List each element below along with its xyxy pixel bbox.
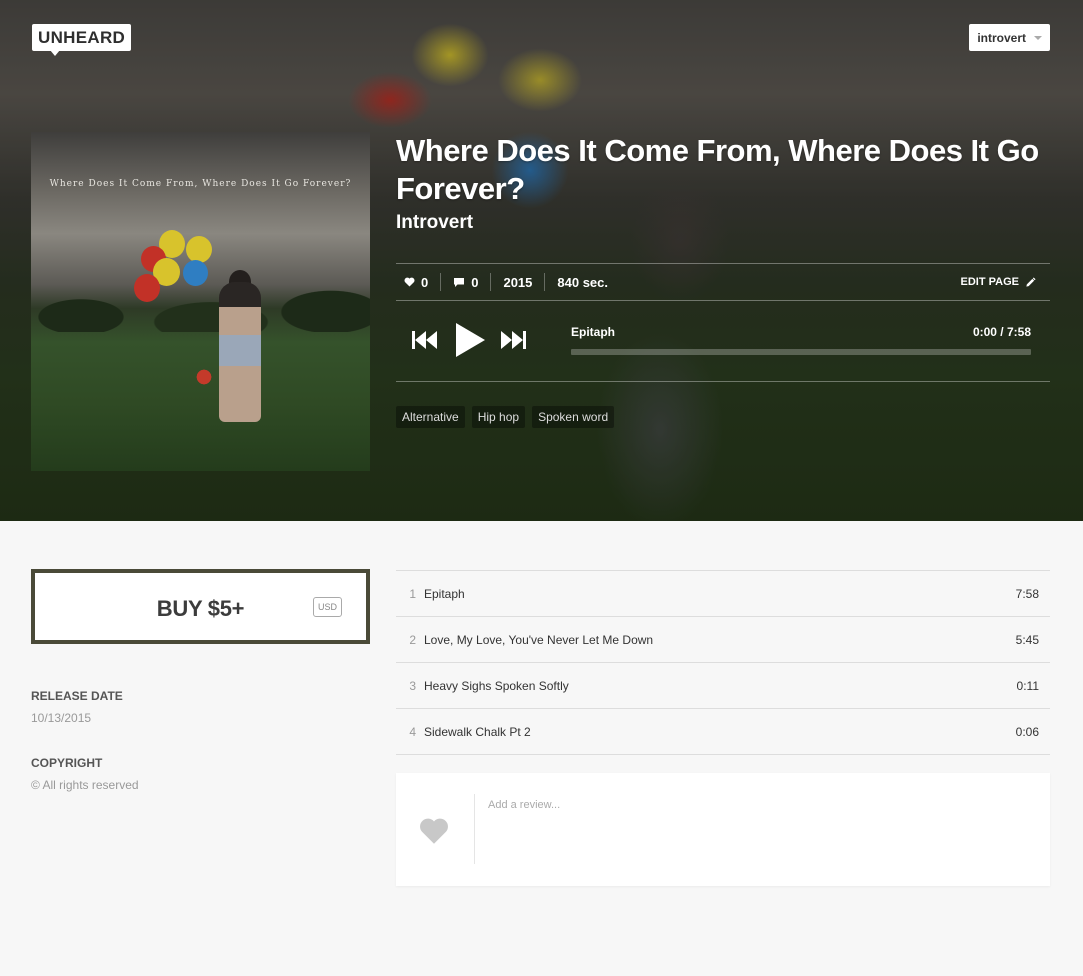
track-number: 3 — [409, 678, 416, 693]
track-title: Love, My Love, You've Never Let Me Down — [424, 632, 654, 647]
playback-time: 0:00 / 7:58 — [972, 325, 1031, 339]
genre-tags: Alternative Hip hop Spoken word — [396, 406, 615, 428]
review-divider — [474, 794, 475, 864]
copyright-label: COPYRIGHT — [31, 756, 103, 770]
album-stats-bar: 0 0 2015 840 sec. EDIT PAGE — [396, 263, 1050, 301]
now-playing-title: Epitaph — [571, 325, 615, 339]
pencil-icon — [1026, 276, 1036, 287]
table-row[interactable]: 4 Sidewalk Chalk Pt 2 0:06 — [396, 709, 1050, 755]
track-number: 2 — [409, 632, 416, 647]
track-duration: 0:11 — [1016, 678, 1039, 693]
table-row[interactable]: 3 Heavy Sighs Spoken Softly 0:11 — [396, 663, 1050, 709]
album-artist[interactable]: Introvert — [396, 211, 1050, 235]
logo-tail — [50, 50, 60, 56]
cover-balloon — [134, 274, 160, 302]
likes-count: 0 — [421, 274, 429, 290]
logo-text: UNHEARD — [32, 24, 132, 51]
album-info: Where Does It Come From, Where Does It G… — [396, 132, 1050, 235]
heart-icon — [420, 818, 448, 844]
album-title: Where Does It Come From, Where Does It G… — [396, 133, 1039, 206]
review-box — [396, 773, 1050, 886]
user-menu-dropdown[interactable]: introvert — [969, 24, 1050, 51]
next-track-button[interactable] — [500, 330, 526, 355]
edit-page-button[interactable]: EDIT PAGE — [961, 276, 1036, 288]
release-date-value: 10/13/2015 — [31, 711, 92, 725]
table-row[interactable]: 2 Love, My Love, You've Never Let Me Dow… — [396, 617, 1050, 663]
cover-figure — [219, 282, 261, 422]
track-number: 4 — [409, 724, 416, 739]
release-year-text: 2015 — [503, 274, 533, 290]
genre-tag[interactable]: Alternative — [396, 406, 465, 428]
skip-forward-icon — [501, 331, 526, 349]
likes-stat[interactable]: 0 — [396, 273, 440, 291]
cover-title-text: Where Does It Come From, Where Does It G… — [49, 179, 352, 189]
edit-page-label: EDIT PAGE — [960, 276, 1019, 288]
genre-tag[interactable]: Hip hop — [471, 406, 526, 428]
track-title: Epitaph — [424, 586, 465, 601]
playback-progress-bar[interactable] — [571, 349, 1031, 355]
track-number: 1 — [409, 586, 416, 601]
buy-button[interactable]: BUY $5+ USD — [31, 569, 370, 644]
table-row[interactable]: 1 Epitaph 7:58 — [396, 571, 1050, 617]
previous-track-button[interactable] — [412, 330, 438, 355]
album-cover: Where Does It Come From, Where Does It G… — [31, 132, 370, 471]
comments-count: 0 — [471, 274, 479, 290]
chevron-down-icon — [1034, 35, 1042, 40]
skip-back-icon — [412, 331, 437, 349]
currency-badge: USD — [312, 597, 342, 617]
track-duration: 0:06 — [1015, 724, 1039, 739]
review-like-button[interactable] — [418, 817, 450, 850]
track-duration: 5:45 — [1015, 632, 1039, 647]
album-duration-text: 840 sec. — [557, 274, 608, 290]
track-duration: 7:58 — [1015, 586, 1039, 601]
track-title: Heavy Sighs Spoken Softly — [424, 678, 569, 693]
heart-icon — [404, 277, 415, 287]
review-input[interactable] — [488, 799, 1028, 811]
release-year: 2015 — [490, 273, 544, 291]
album-duration: 840 sec. — [544, 273, 620, 291]
play-icon — [456, 323, 485, 357]
comments-stat[interactable]: 0 — [440, 273, 490, 291]
track-title: Sidewalk Chalk Pt 2 — [424, 724, 531, 739]
copyright-value: © All rights reserved — [31, 778, 139, 792]
track-list: 1 Epitaph 7:58 2 Love, My Love, You've N… — [396, 570, 1050, 755]
audio-player: Epitaph 0:00 / 7:58 — [396, 301, 1050, 382]
comment-icon — [454, 277, 465, 287]
cover-balloon — [183, 260, 208, 286]
logo[interactable]: UNHEARD — [32, 24, 132, 56]
cover-balloon — [186, 236, 212, 263]
user-menu-label: introvert — [977, 30, 1026, 45]
play-button[interactable] — [454, 322, 486, 363]
release-date-label: RELEASE DATE — [31, 689, 123, 703]
genre-tag[interactable]: Spoken word — [532, 406, 615, 428]
